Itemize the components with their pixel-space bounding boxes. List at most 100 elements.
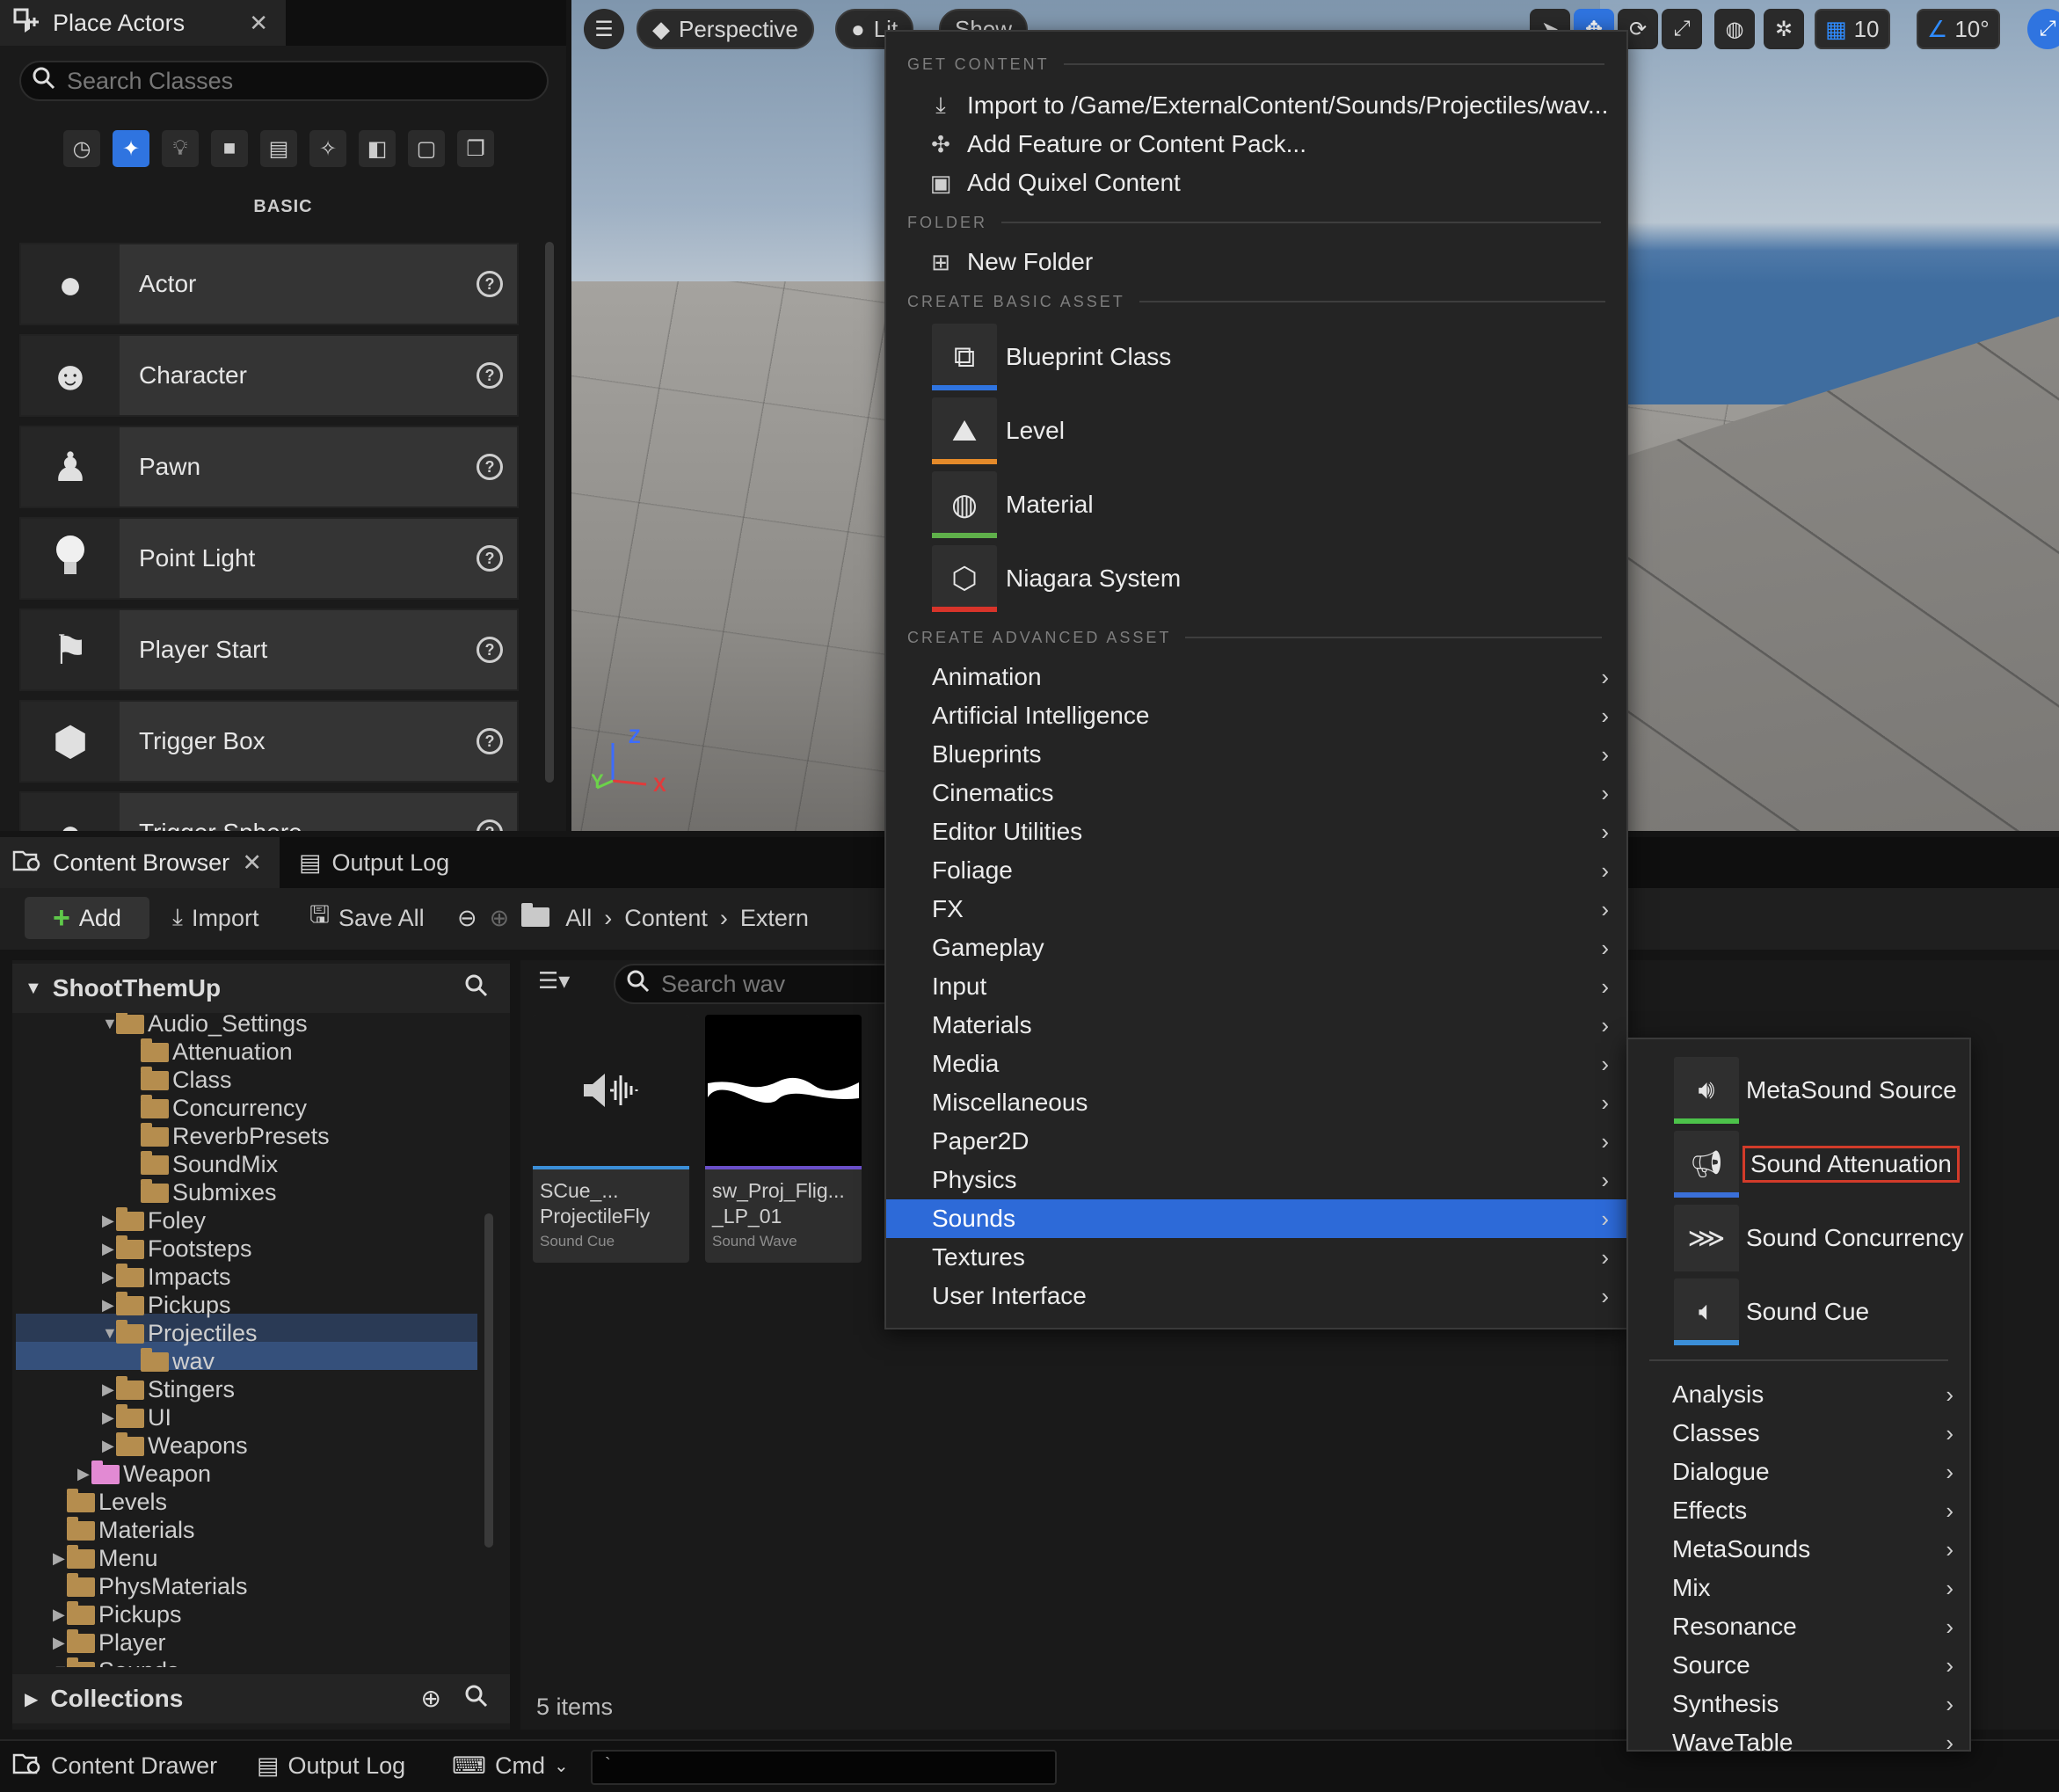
collapsed-arrow-icon[interactable]: ▶ <box>53 1549 67 1568</box>
cinematic-icon[interactable]: ▤ <box>260 130 297 167</box>
breadcrumb-extern[interactable]: Extern <box>740 905 809 932</box>
actor-item-pawn[interactable]: ♟ Pawn ? <box>19 426 519 508</box>
add-button[interactable]: + Add <box>25 897 149 939</box>
collapsed-arrow-icon[interactable]: ▶ <box>53 1606 67 1624</box>
save-all-button[interactable]: 🖫︎ Save All <box>309 897 425 939</box>
sound-concurrency-menu-item[interactable]: ⋙ Sound Concurrency <box>1674 1205 1963 1271</box>
sounds-category-menu-item[interactable]: Effects › <box>1628 1491 1969 1530</box>
advanced-asset-menu-item[interactable]: FX › <box>886 890 1626 929</box>
tree-folder-row[interactable]: ReverbPresets <box>127 1122 330 1150</box>
blueprint-class-menu-item[interactable]: ⧉ Blueprint Class <box>932 324 1171 390</box>
collapsed-arrow-icon[interactable]: ▶ <box>102 1380 116 1399</box>
actor-item-trigger-box[interactable]: ⬢ Trigger Box ? <box>19 700 519 783</box>
help-icon[interactable]: ? <box>477 728 503 754</box>
collapsed-arrow-icon[interactable]: ▶ <box>102 1268 116 1286</box>
tree-folder-row[interactable]: ▼ Projectiles <box>102 1319 258 1347</box>
search-icon[interactable] <box>464 973 489 1004</box>
close-icon[interactable]: ✕ <box>242 849 262 877</box>
expanded-arrow-icon[interactable]: ▼ <box>102 1324 118 1343</box>
tree-folder-row[interactable]: ▶ Weapon <box>77 1460 211 1488</box>
tree-folder-row[interactable]: ▶ Player <box>53 1628 166 1657</box>
sounds-category-menu-item[interactable]: Dialogue › <box>1628 1453 1969 1491</box>
expand-icon[interactable]: ▶ <box>25 1688 38 1710</box>
actor-item-trigger-sphere[interactable]: ● Trigger Sphere ? <box>19 791 519 831</box>
help-icon[interactable]: ? <box>477 637 503 663</box>
all-classes-icon[interactable]: ❐ <box>457 130 494 167</box>
advanced-asset-menu-item[interactable]: Physics › <box>886 1161 1626 1199</box>
tree-folder-row[interactable]: SoundMix <box>127 1150 278 1178</box>
help-icon[interactable]: ? <box>477 454 503 480</box>
advanced-asset-menu-item[interactable]: Blueprints › <box>886 735 1626 774</box>
help-icon[interactable]: ? <box>477 271 503 297</box>
back-icon[interactable]: ⊖ <box>457 905 477 932</box>
advanced-asset-menu-item[interactable]: Miscellaneous › <box>886 1083 1626 1122</box>
collapsed-arrow-icon[interactable]: ▶ <box>53 1634 67 1652</box>
actor-item-point-light[interactable]: Point Light ? <box>19 517 519 600</box>
cmd-dropdown[interactable]: ⌨︎ Cmd ⌄ <box>440 1743 581 1788</box>
search-classes-input[interactable]: Search Classes <box>19 61 549 101</box>
tree-folder-row[interactable]: Attenuation <box>127 1038 293 1066</box>
search-icon[interactable] <box>464 1684 489 1715</box>
tree-folder-row[interactable]: Submixes <box>127 1178 277 1206</box>
collapsed-arrow-icon[interactable]: ▶ <box>102 1240 116 1258</box>
output-log-tab[interactable]: ▤ Output Log <box>299 837 449 888</box>
collapsed-arrow-icon[interactable]: ▶ <box>102 1409 116 1427</box>
expanded-arrow-icon[interactable]: ▼ <box>102 1015 118 1033</box>
advanced-asset-menu-item[interactable]: Media › <box>886 1045 1626 1083</box>
sounds-category-menu-item[interactable]: Analysis › <box>1628 1375 1969 1414</box>
place-actors-tab[interactable]: Place Actors ✕ <box>0 0 286 46</box>
world-space-icon[interactable]: ◍ <box>1714 9 1755 49</box>
tree-folder-row[interactable]: ▶ Footsteps <box>102 1235 252 1263</box>
tree-folder-row[interactable]: Levels <box>53 1488 167 1516</box>
collapse-icon[interactable]: ▼ <box>25 979 42 999</box>
new-folder-menu-item[interactable]: ⊞ New Folder <box>886 243 1626 281</box>
tree-folder-row[interactable]: ▶ Stingers <box>102 1375 235 1403</box>
close-icon[interactable]: ✕ <box>249 10 268 37</box>
asset-search-input[interactable]: Search wav <box>614 964 895 1004</box>
sounds-category-menu-item[interactable]: Synthesis › <box>1628 1685 1969 1723</box>
sounds-category-menu-item[interactable]: Mix › <box>1628 1569 1969 1607</box>
tree-root-header[interactable]: ▼ ShootThemUp <box>12 964 510 1013</box>
tree-folder-row[interactable]: wav <box>127 1347 215 1375</box>
advanced-asset-menu-item[interactable]: Artificial Intelligence › <box>886 696 1626 735</box>
advanced-asset-menu-item[interactable]: Gameplay › <box>886 929 1626 967</box>
geometry-icon[interactable]: ◧ <box>359 130 396 167</box>
basic-icon[interactable]: ✦ <box>113 130 149 167</box>
actor-item-actor[interactable]: ● Actor ? <box>19 243 519 325</box>
breadcrumb-all[interactable]: All <box>565 905 592 932</box>
filter-icon[interactable]: ☰▾ <box>538 967 570 994</box>
import-menu-item[interactable]: ⤓ Import to /Game/ExternalContent/Sounds… <box>886 86 1626 125</box>
collapsed-arrow-icon[interactable]: ▶ <box>77 1465 91 1483</box>
tree-folder-row[interactable]: ▶ Foley <box>102 1206 206 1235</box>
add-quixel-menu-item[interactable]: ▣ Add Quixel Content <box>886 164 1626 202</box>
tree-folder-row[interactable]: Materials <box>53 1516 195 1544</box>
asset-tile-sound-wave[interactable]: sw_Proj_Flig... _LP_01 Sound Wave <box>705 1015 862 1263</box>
advanced-asset-menu-item[interactable]: Foliage › <box>886 851 1626 890</box>
level-menu-item[interactable]: ⛰︎ Level <box>932 397 1065 464</box>
tree-folder-row[interactable]: ▶ Pickups <box>53 1600 182 1628</box>
collapsed-arrow-icon[interactable]: ▶ <box>102 1212 116 1230</box>
advanced-asset-menu-item[interactable]: Textures › <box>886 1238 1626 1277</box>
tree-folder-row[interactable]: PhysMaterials <box>53 1572 248 1600</box>
advanced-asset-menu-item[interactable]: User Interface › <box>886 1277 1626 1315</box>
advanced-asset-menu-item[interactable]: Editor Utilities › <box>886 812 1626 851</box>
content-browser-tab[interactable]: Content Browser ✕ <box>0 837 280 888</box>
scale-icon[interactable]: ⤢ <box>1662 9 1702 49</box>
tree-folder-row[interactable]: ▶ Impacts <box>102 1263 231 1291</box>
collapsed-arrow-icon[interactable]: ▶ <box>102 1296 116 1315</box>
help-icon[interactable]: ? <box>477 545 503 572</box>
shapes-icon[interactable]: ■ <box>211 130 248 167</box>
tree-folder-row[interactable]: ▶ Menu <box>53 1544 158 1572</box>
sounds-category-menu-item[interactable]: MetaSounds › <box>1628 1530 1969 1569</box>
import-button[interactable]: ⤓ Import <box>172 897 258 939</box>
tree-folder-row[interactable]: ▶ Weapons <box>102 1431 248 1460</box>
tree-folder-row[interactable]: Concurrency <box>127 1094 307 1122</box>
visual-effects-icon[interactable]: ✧ <box>309 130 346 167</box>
advanced-asset-menu-item[interactable]: Animation › <box>886 658 1626 696</box>
material-menu-item[interactable]: ◍ Material <box>932 471 1094 538</box>
tree-scrollbar[interactable] <box>484 1213 493 1548</box>
help-icon[interactable]: ? <box>477 820 503 831</box>
actor-item-character[interactable]: ☻ Character ? <box>19 334 519 417</box>
forward-icon[interactable]: ⊕ <box>490 905 510 932</box>
surface-snap-icon[interactable]: ✲ <box>1764 9 1804 49</box>
